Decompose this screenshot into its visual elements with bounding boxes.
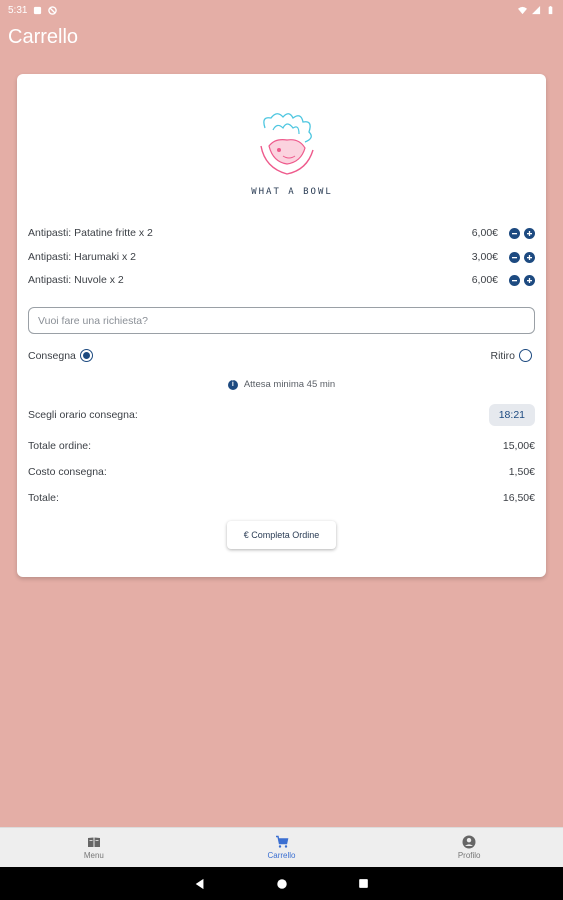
delivery-cost-value: 1,50€ xyxy=(508,466,535,478)
order-total-value: 15,00€ xyxy=(502,440,535,452)
item-name: Antipasti: Patatine fritte x 2 xyxy=(28,227,153,239)
nav-item-cart[interactable]: Carrello xyxy=(188,828,376,867)
page-title: Carrello xyxy=(8,26,79,48)
nav-item-menu[interactable]: Menu xyxy=(0,828,188,867)
item-name: Antipasti: Harumaki x 2 xyxy=(28,251,136,263)
battery-icon xyxy=(548,5,553,14)
home-icon xyxy=(276,878,287,889)
pickup-option[interactable]: Ritiro xyxy=(490,349,532,362)
pickup-label: Ritiro xyxy=(490,349,515,362)
menu-book-icon xyxy=(87,837,100,847)
minus-icon xyxy=(512,279,517,281)
cart-item: Antipasti: Nuvole x 2 6,00€ xyxy=(28,272,535,288)
account-icon xyxy=(462,835,476,849)
order-total-row: Totale ordine: 15,00€ xyxy=(28,440,535,452)
plus-icon xyxy=(527,254,532,260)
delivery-time-row: Scegli orario consegna: 18:21 xyxy=(28,404,535,426)
increase-quantity-button[interactable] xyxy=(524,227,535,239)
total-value: 16,50€ xyxy=(502,492,535,504)
decrease-quantity-button[interactable] xyxy=(509,251,520,263)
delivery-cost-label: Costo consegna: xyxy=(28,466,107,478)
home-button[interactable] xyxy=(275,877,289,891)
cart-icon xyxy=(275,835,288,848)
complete-order-button[interactable]: € Completa Ordine xyxy=(227,521,336,549)
no-disturb-icon xyxy=(48,5,58,15)
minus-icon xyxy=(512,256,517,258)
plus-icon xyxy=(527,230,532,236)
cart-item: Antipasti: Patatine fritte x 2 6,00€ xyxy=(28,225,535,241)
signal-icon xyxy=(532,5,541,14)
pickup-radio[interactable] xyxy=(519,349,532,362)
item-name: Antipasti: Nuvole x 2 xyxy=(28,274,124,286)
delivery-cost-row: Costo consegna: 1,50€ xyxy=(28,466,535,478)
item-price: 6,00€ xyxy=(471,227,498,239)
back-button[interactable] xyxy=(193,877,207,891)
plus-icon xyxy=(527,277,532,283)
system-navigation-bar xyxy=(0,867,563,900)
status-time: 5:31 xyxy=(8,4,28,16)
delivery-time-label: Scegli orario consegna: xyxy=(28,409,138,421)
increase-quantity-button[interactable] xyxy=(524,274,535,286)
status-bar: 5:31 xyxy=(0,0,563,20)
minus-icon xyxy=(512,232,517,234)
back-icon xyxy=(195,878,203,889)
nav-label-profile: Profilo xyxy=(457,851,481,860)
recents-icon xyxy=(359,879,368,888)
order-total-label: Totale ordine: xyxy=(28,440,92,452)
request-input[interactable] xyxy=(28,307,535,334)
logo-text: WHAT A BOWL xyxy=(251,187,333,197)
total-label: Totale: xyxy=(28,492,59,504)
what-a-bowl-logo: WHAT A BOWL xyxy=(251,113,333,197)
nav-label-menu: Menu xyxy=(83,851,104,860)
delivery-time-picker[interactable]: 18:21 xyxy=(488,404,535,426)
info-icon: i xyxy=(227,379,238,390)
cart-card: WHAT A BOWL Antipasti: Patatine fritte x… xyxy=(17,74,546,577)
bottom-navigation: Menu Carrello Profilo xyxy=(0,827,563,867)
item-price: 6,00€ xyxy=(471,274,498,286)
nav-item-profile[interactable]: Profilo xyxy=(375,828,563,867)
decrease-quantity-button[interactable] xyxy=(509,227,520,239)
recents-button[interactable] xyxy=(357,877,371,891)
notification-icon xyxy=(34,6,42,14)
decrease-quantity-button[interactable] xyxy=(509,274,520,286)
delivery-radio[interactable] xyxy=(79,349,93,362)
delivery-label: Consegna xyxy=(28,349,76,362)
delivery-option[interactable]: Consegna xyxy=(28,349,93,362)
cart-item: Antipasti: Harumaki x 2 3,00€ xyxy=(28,249,535,265)
item-price: 3,00€ xyxy=(471,251,498,263)
nav-label-cart: Carrello xyxy=(267,851,296,860)
total-row: Totale: 16,50€ xyxy=(28,492,535,504)
increase-quantity-button[interactable] xyxy=(524,251,535,263)
wifi-icon xyxy=(518,6,527,14)
wait-info: i Attesa minima 45 min xyxy=(17,379,546,390)
min-wait-text: Attesa minima 45 min xyxy=(243,379,336,390)
